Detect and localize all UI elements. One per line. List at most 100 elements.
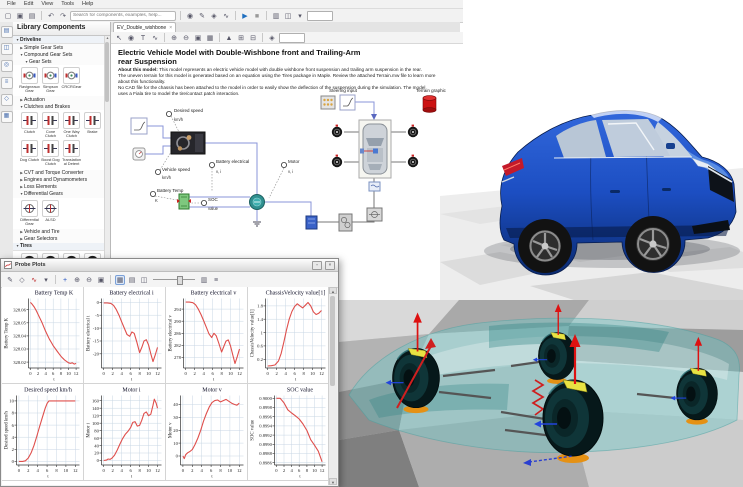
zoom-in-button[interactable]: ⊕ [72, 275, 82, 285]
menu-edit[interactable]: Edit [20, 1, 37, 7]
save-file-button[interactable]: ▤ [27, 11, 37, 21]
connection-tool-button[interactable]: ∿ [150, 33, 160, 43]
component-brake[interactable]: Brake [82, 112, 103, 138]
scroll-up-icon[interactable]: ▲ [329, 287, 337, 294]
menu-file[interactable]: File [3, 1, 20, 7]
probe-battery-electrical[interactable]: Battery electrical v, i [209, 159, 249, 192]
component-one-way-clutch[interactable]: One Way Clutch [61, 112, 82, 138]
car-3d-view[interactable] [440, 0, 743, 302]
probe-plot-battery-temp-k[interactable]: 024681012328.02328.03328.04328.05328.06B… [2, 287, 84, 384]
redo-button[interactable]: ↷ [58, 11, 68, 21]
layout-button[interactable]: ◫ [283, 11, 293, 21]
model-workspace-icon[interactable]: ▤ [1, 26, 13, 38]
library-components-icon[interactable]: ◫ [1, 43, 13, 55]
tree-item-compound-gear-sets[interactable]: ▼Compound Gear Sets [13, 51, 105, 58]
float-window-button[interactable]: ▫ [312, 261, 322, 270]
edit-plot-button[interactable]: ✎ [5, 275, 15, 285]
tree-item-loss-elements[interactable]: ▶Loss Elements [13, 184, 105, 191]
new-file-button[interactable]: ▢ [3, 11, 13, 21]
component-differential-gear[interactable]: Differential Gear [19, 200, 40, 226]
tree-item-driveline[interactable]: ▼Driveline [13, 36, 105, 44]
menu-view[interactable]: View [37, 1, 57, 7]
point-probe-button[interactable]: ◇ [17, 275, 27, 285]
annotation-button[interactable]: ✎ [197, 11, 207, 21]
probe-plot-desired-speed-km-h[interactable]: 0246810120246810Desired speed km/htDesir… [2, 384, 84, 481]
suspension-3d-view[interactable] [339, 300, 743, 487]
stack-layout-button[interactable]: ▤ [127, 275, 137, 285]
probe-plot-motor-i[interactable]: 024681012020406080100120140160Motor itMo… [84, 384, 166, 481]
tree-item-gear-selectors[interactable]: ▶Gear Selectors [13, 236, 105, 243]
scroll-thumb[interactable] [105, 42, 109, 102]
tree-item-cvt-and-torque-converter[interactable]: ▶CVT and Torque Converter [13, 170, 105, 177]
steering-ramp-block[interactable] [340, 95, 355, 110]
component-translational-detent[interactable]: Translational Detent [61, 140, 82, 166]
search-panel-icon[interactable]: ◎ [1, 60, 13, 72]
console-panel-icon[interactable]: ▦ [1, 111, 13, 123]
component-ravigneaux-gear[interactable]: Ravigneaux Gear [19, 67, 40, 93]
component-search-input[interactable] [70, 11, 176, 21]
probe-soc[interactable]: SOC value [191, 197, 219, 211]
driver-image-block[interactable] [171, 132, 205, 154]
pointer-tool-button[interactable]: ↖ [114, 33, 124, 43]
inverter-block[interactable] [306, 216, 317, 229]
expand-all-button[interactable]: ⊞ [236, 33, 246, 43]
probe-tool-button[interactable]: ◉ [126, 33, 136, 43]
probe-plot-soc-value[interactable]: 0246810120.89860.89880.89900.89920.89940… [248, 384, 330, 481]
run-simulation-button[interactable]: ▶ [240, 11, 250, 21]
probe-plot-battery-electrical-v[interactable]: 024681012278282286290294Battery electric… [166, 287, 248, 384]
grid-layout-button[interactable]: ▦ [115, 275, 125, 285]
close-window-button[interactable]: × [325, 261, 335, 270]
vehicle-chassis-block[interactable] [359, 120, 391, 178]
probe-desired-speed[interactable]: Desired speed km/h [166, 108, 203, 132]
speed-gauge-block[interactable] [133, 148, 145, 160]
collapse-all-button[interactable]: ⊟ [248, 33, 258, 43]
undo-button[interactable]: ↶ [46, 11, 56, 21]
battery-block[interactable] [177, 194, 191, 209]
probe-plot-chassisvelocity-value-1[interactable]: 0246810120.20.611.41.8ChassisVelocity va… [248, 287, 330, 384]
tree-item-differential-gears[interactable]: ▼Differential Gears [13, 191, 105, 198]
zoom-in-button[interactable]: ⊕ [169, 33, 179, 43]
steering-keypad-block[interactable] [321, 96, 335, 109]
pan-button[interactable]: + [60, 275, 70, 285]
speed-ramp-block[interactable] [131, 118, 147, 134]
probe-vehicle-speed[interactable]: Vehicle speed km/h [155, 152, 190, 180]
tree-item-tires[interactable]: ▼Tires [13, 243, 105, 251]
diagram-3d-toggle-button[interactable]: ◈ [267, 33, 277, 43]
component-crcrgear[interactable]: CRCRGear [61, 67, 82, 93]
terrain-cylinder-icon[interactable] [423, 96, 436, 113]
plots-button[interactable]: ∿ [221, 11, 231, 21]
component-alsd[interactable]: ALSD [40, 200, 61, 226]
plot-size-slider[interactable] [151, 275, 197, 284]
probe-window-titlebar[interactable]: Probe Plots ▫ × [1, 259, 338, 272]
attach-probe-button[interactable]: ◉ [185, 11, 195, 21]
slider-handle[interactable] [177, 276, 183, 285]
tree-item-vehicle-and-tire[interactable]: ▶Vehicle and Tire [13, 229, 105, 236]
go-up-level-button[interactable]: ▲ [224, 33, 234, 43]
component-cone-clutch[interactable]: Cone Clutch [40, 112, 61, 138]
scroll-down-icon[interactable]: ▼ [329, 478, 337, 485]
component-boost-dog-clutch[interactable]: Boost Dog Clutch [40, 140, 61, 166]
zoom-out-button[interactable]: ⊖ [181, 33, 191, 43]
open-file-button[interactable]: ▣ [15, 11, 25, 21]
differential-block[interactable] [367, 208, 382, 221]
legend-button[interactable]: ▥ [199, 275, 209, 285]
dc-motor-block[interactable] [250, 195, 265, 210]
doc-zoom-box[interactable] [279, 33, 305, 43]
view-caret-button[interactable]: ▾ [295, 11, 305, 21]
zoom-level-box[interactable] [307, 11, 333, 21]
curve-style-caret[interactable]: ▾ [41, 275, 51, 285]
scroll-up-icon[interactable]: ▲ [105, 36, 110, 41]
probe-scrollbar[interactable]: ▲ ▼ [328, 287, 337, 485]
model-tree-icon[interactable]: ≡ [1, 77, 13, 89]
scroll-thumb[interactable] [330, 296, 335, 386]
tree-item-simple-gear-sets[interactable]: ▶Simple Gear Sets [13, 44, 105, 51]
menu-help[interactable]: Help [78, 1, 97, 7]
text-tool-button[interactable]: T [138, 33, 148, 43]
console-toggle-button[interactable]: ▥ [271, 11, 281, 21]
tree-item-actuation[interactable]: ▶Actuation [13, 96, 105, 103]
3d-view-button[interactable]: ◈ [209, 11, 219, 21]
tab-close-icon[interactable]: × [169, 25, 172, 31]
tab-ev-double-wishbone[interactable]: EV_Double_wishbone × [113, 22, 176, 32]
attached-files-icon[interactable]: ◇ [1, 94, 13, 106]
grid-toggle-button[interactable]: ▦ [205, 33, 215, 43]
